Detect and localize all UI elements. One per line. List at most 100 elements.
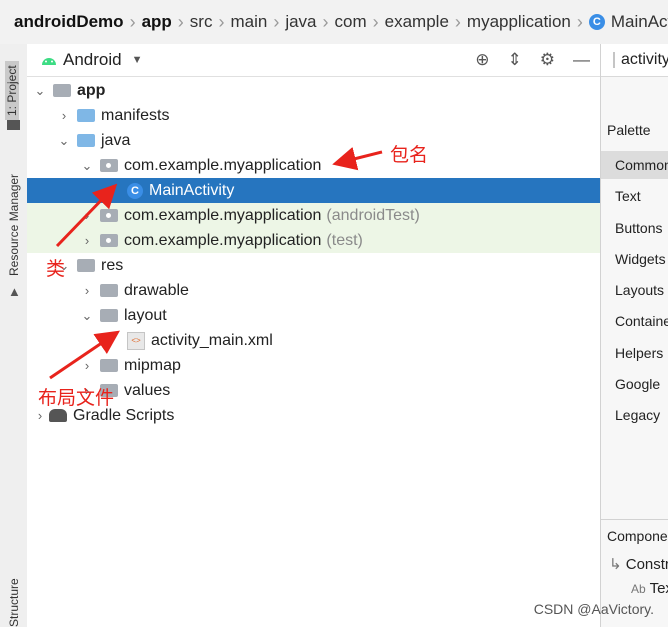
folder-icon: [100, 284, 118, 297]
module-icon: [53, 84, 71, 97]
tree-item-manifests[interactable]: › manifests: [27, 103, 600, 128]
tree-item-java[interactable]: ⌄ java: [27, 128, 600, 153]
text-view-icon: Ab: [631, 582, 646, 596]
tree-item-label: com.example.myapplication: [124, 206, 322, 224]
palette-category[interactable]: Legacy: [601, 401, 668, 429]
chevron-down-icon[interactable]: ⌄: [80, 158, 94, 174]
palette-title: Palette: [607, 122, 651, 138]
annotation-layout-file: 布局文件: [38, 388, 115, 409]
dropdown-icon[interactable]: ▼: [132, 54, 143, 66]
component-tree-title: Component Tree: [601, 519, 668, 544]
tree-item-package-main[interactable]: ⌄ com.example.myapplication: [27, 153, 600, 178]
structure-tool-tab[interactable]: Structure: [7, 578, 21, 627]
palette-category[interactable]: Containers: [601, 307, 668, 335]
layout-editor-panel: activity_main.xml Palette Common Text Bu…: [600, 44, 668, 627]
tree-item-mipmap[interactable]: › mipmap: [27, 353, 600, 378]
palette-category[interactable]: Helpers: [601, 339, 668, 367]
tree-item-label: com.example.myapplication: [124, 156, 322, 174]
project-panel: Android ▼ ⊕ ⇕ ⚙ — ⌄ app › manifests ⌄ ja…: [27, 44, 600, 627]
tree-item-label: MainActivity: [149, 181, 235, 199]
tree-item-label: activity_main.xml: [151, 331, 273, 349]
locate-icon[interactable]: ⊕: [475, 50, 489, 70]
palette-category[interactable]: Text: [601, 182, 668, 210]
tree-item-package-androidtest[interactable]: › com.example.myapplication (androidTest…: [27, 203, 600, 228]
watermark: CSDN @AaVictory.: [533, 601, 654, 617]
tree-item-label: mipmap: [124, 356, 181, 374]
class-icon: C: [127, 182, 143, 199]
view-selector[interactable]: Android: [63, 50, 122, 70]
palette-category[interactable]: Buttons: [601, 214, 668, 242]
chevron-right-icon[interactable]: ›: [80, 358, 94, 373]
breadcrumb-item[interactable]: app: [136, 12, 178, 32]
resource-manager-tool-tab[interactable]: Resource Manager: [7, 174, 21, 276]
breadcrumb-item[interactable]: androidDemo: [0, 12, 130, 32]
component-tree-item-root[interactable]: ↳ ConstraintLayout: [609, 555, 668, 573]
folder-icon: [100, 359, 118, 372]
chevron-right-icon[interactable]: ›: [80, 283, 94, 298]
editor-tab-activity-main[interactable]: activity_main.xml: [601, 44, 668, 77]
breadcrumb-item[interactable]: java: [279, 12, 322, 32]
tree-item-label: drawable: [124, 281, 189, 299]
tree-item-app[interactable]: ⌄ app: [27, 78, 600, 103]
tree-item-res[interactable]: ⌄ res: [27, 253, 600, 278]
tree-item-label: java: [101, 131, 131, 149]
tree-item-label: com.example.myapplication: [124, 231, 322, 249]
tree-item-label: layout: [124, 306, 167, 324]
class-icon: C: [588, 14, 605, 30]
package-icon: [100, 159, 118, 172]
breadcrumb-item[interactable]: myapplication: [461, 12, 577, 32]
palette-category[interactable]: Layouts: [601, 276, 668, 304]
chevron-down-icon[interactable]: ⌄: [57, 133, 71, 149]
android-icon: [42, 58, 56, 65]
tree-item-label: res: [101, 256, 124, 274]
package-icon: [100, 234, 118, 247]
chevron-right-icon[interactable]: ›: [57, 108, 71, 123]
tree-item-label: values: [124, 381, 171, 399]
tree-item-drawable[interactable]: › drawable: [27, 278, 600, 303]
breadcrumb-item[interactable]: main: [224, 12, 273, 32]
tree-item-activity-main-xml[interactable]: <> activity_main.xml: [27, 328, 600, 353]
folder-icon: [77, 259, 95, 272]
chevron-right-icon[interactable]: ›: [33, 408, 47, 423]
chevron-right-icon[interactable]: ›: [80, 208, 94, 223]
package-icon: [100, 209, 118, 222]
minimize-icon[interactable]: —: [573, 50, 590, 70]
editor-tab-label: activity_main.xml: [621, 51, 668, 68]
left-tool-strip: 1: Project Resource Manager ▲ Structure: [0, 44, 28, 627]
annotation-class: 类: [46, 259, 66, 280]
tree-item-package-test[interactable]: › com.example.myapplication (test): [27, 228, 600, 253]
xml-file-icon: <>: [127, 331, 145, 350]
gear-icon[interactable]: ⚙: [540, 50, 555, 70]
project-toolbar: Android ▼ ⊕ ⇕ ⚙ —: [27, 44, 600, 77]
folder-icon: [77, 134, 95, 147]
tree-item-layout[interactable]: ⌄ layout: [27, 303, 600, 328]
tree-item-label: app: [77, 81, 106, 99]
folder-icon: [77, 109, 95, 122]
chevron-down-icon[interactable]: ⌄: [33, 83, 47, 99]
chevron-right-icon[interactable]: ›: [80, 233, 94, 248]
breadcrumb: androidDemo › app › src › main › java › com › …: [0, 0, 668, 45]
folder-icon: [7, 120, 20, 130]
project-tool-tab[interactable]: 1: Project: [5, 61, 19, 120]
gradle-icon: [49, 409, 67, 422]
breadcrumb-item-mainactivity[interactable]: C MainActivity: [583, 12, 668, 32]
breadcrumb-item-label: MainActivity: [610, 12, 668, 31]
tree-item-label: manifests: [101, 106, 170, 124]
chevron-down-icon[interactable]: ⌄: [80, 308, 94, 324]
folder-icon: [100, 309, 118, 322]
palette-category[interactable]: Common: [601, 151, 668, 179]
tree-item-suffix: (androidTest): [326, 206, 420, 224]
xml-file-icon: [613, 52, 615, 68]
breadcrumb-item[interactable]: example: [379, 12, 455, 32]
tree-item-mainactivity[interactable]: C MainActivity: [27, 178, 600, 203]
collapse-all-icon[interactable]: ⇕: [508, 50, 522, 70]
breadcrumb-item[interactable]: com: [329, 12, 373, 32]
palette-category[interactable]: Widgets: [601, 245, 668, 273]
component-tree-item-textview[interactable]: Ab TextView: [631, 580, 668, 597]
breadcrumb-item[interactable]: src: [184, 12, 219, 32]
annotation-package: 包名: [390, 145, 429, 166]
constraint-layout-icon: ↳: [609, 556, 622, 573]
tree-item-suffix: (test): [326, 231, 363, 249]
palette-category[interactable]: Google: [601, 370, 668, 398]
component-label: TextView: [649, 580, 668, 597]
